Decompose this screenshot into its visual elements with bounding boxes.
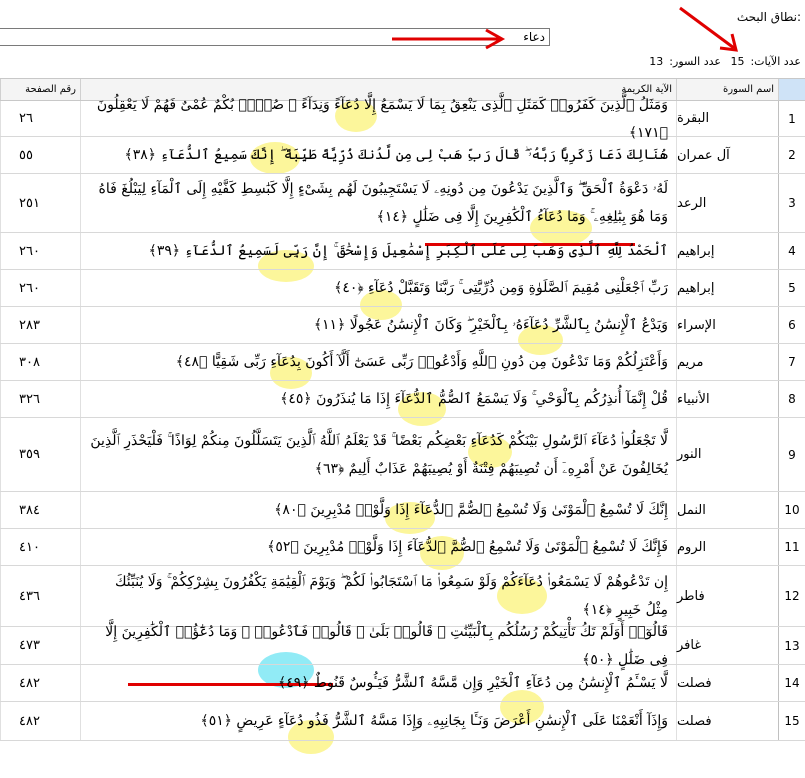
table-row[interactable]: ٤٧٣ قَالُوٓا۟ أَوَلَمْ تَكُ تَأْتِيكُمْ ر… — [0, 624, 805, 668]
verse-text-content: وَيَدْعُ ٱلْإِنسَٰنُ بِٱلشَّرِّ دُعَآءَه… — [313, 317, 668, 333]
verse-text: لَّا تَجْعَلُوا۟ دُعَآءَ ٱلرَّسُولِ بَيْ… — [80, 418, 676, 491]
verse-text: وَإِذَآ أَنْعَمْنَا عَلَى ٱلْإِنسَٰنِ أَ… — [80, 702, 676, 740]
annotation-arrow-search — [392, 28, 506, 50]
page-number: ٣٨٤ — [0, 492, 80, 528]
table-row[interactable]: ٣٨٤ إِنَّكَ لَا تُسْمِعُ ٱلْمَوْتَىٰ وَلَ… — [0, 492, 805, 529]
verse-text: وَأَعْتَزِلُكُمْ وَمَا تَدْعُونَ مِن دُو… — [80, 344, 676, 380]
column-header-page[interactable]: رقم الصفحة — [0, 79, 80, 100]
page-number: ٤٧٣ — [0, 627, 80, 664]
row-index: 5 — [778, 270, 805, 306]
surah-name: الرعد — [676, 174, 778, 232]
row-index: 13 — [778, 627, 805, 664]
surah-name: النور — [676, 418, 778, 491]
page-number: ٣٢٦ — [0, 381, 80, 417]
surah-name: فصلت — [676, 665, 778, 701]
table-row[interactable]: ٢٦٠ ٱلْحَمْدُ لِلَّهِ ٱلَّذِى وَهَبَ لِى … — [0, 233, 805, 270]
verse-text-content: وَإِذَآ أَنْعَمْنَا عَلَى ٱلْإِنسَٰنِ أَ… — [200, 713, 668, 729]
verse-text: إِنَّكَ لَا تُسْمِعُ ٱلْمَوْتَىٰ وَلَا ت… — [80, 492, 676, 528]
row-index: 1 — [778, 101, 805, 136]
page-number: ٤١٠ — [0, 529, 80, 565]
verse-text-content: وَأَعْتَزِلُكُمْ وَمَا تَدْعُونَ مِن دُو… — [175, 354, 668, 370]
surah-name: فصلت — [676, 702, 778, 740]
page-number: ٥٥ — [0, 137, 80, 173]
surah-name: البقرة — [676, 101, 778, 136]
surah-name: الأنبياء — [676, 381, 778, 417]
verse-text: قُلْ إِنَّمَآ أُنذِرُكُم بِٱلْوَحْىِ ۚ و… — [80, 381, 676, 417]
page-number: ٤٣٦ — [0, 566, 80, 626]
surah-name: فاطر — [676, 566, 778, 626]
verse-text: فَإِنَّكَ لَا تُسْمِعُ ٱلْمَوْتَىٰ وَلَا… — [80, 529, 676, 565]
row-index: 7 — [778, 344, 805, 380]
annotation-arrow-count — [679, 6, 738, 52]
verse-text-content: ٱلْحَمْدُ لِلَّهِ ٱلَّذِى وَهَبَ لِى عَل… — [148, 243, 668, 259]
row-index: 3 — [778, 174, 805, 232]
verse-text: وَيَدْعُ ٱلْإِنسَٰنُ بِٱلشَّرِّ دُعَآءَه… — [80, 307, 676, 343]
table-row[interactable]: ٢٥١ لَهُۥ دَعْوَةُ ٱلْحَقِّ ۖ وَٱلَّذِينَ… — [0, 174, 805, 233]
surah-name: الروم — [676, 529, 778, 565]
page-number: ٢٥١ — [0, 174, 80, 232]
row-index: 10 — [778, 492, 805, 528]
row-index: 8 — [778, 381, 805, 417]
verse-text: لَّا يَسْـَٔمُ ٱلْإِنسَٰنُ مِن دُعَآءِ ٱ… — [80, 665, 676, 701]
page-number: ٣٥٩ — [0, 418, 80, 491]
page-number: ٣٠٨ — [0, 344, 80, 380]
verse-text: لَهُۥ دَعْوَةُ ٱلْحَقِّ ۖ وَٱلَّذِينَ يَ… — [80, 174, 676, 232]
row-index: 6 — [778, 307, 805, 343]
table-row[interactable]: ٣٢٦ قُلْ إِنَّمَآ أُنذِرُكُم بِٱلْوَحْىِ … — [0, 381, 805, 418]
verse-text-content: قُلْ إِنَّمَآ أُنذِرُكُم بِٱلْوَحْىِ ۚ و… — [280, 391, 668, 407]
page-number: ٢٦٠ — [0, 270, 80, 306]
surah-name: الإسراء — [676, 307, 778, 343]
column-header-index[interactable] — [778, 79, 805, 100]
search-scope-label: نطاق البحث: — [736, 10, 801, 24]
row-index: 9 — [778, 418, 805, 491]
surah-count: 13 — [649, 55, 664, 68]
table-row[interactable]: ٣٥٩ لَّا تَجْعَلُوا۟ دُعَآءَ ٱلرَّسُولِ ب… — [0, 418, 805, 492]
verse-text: هُنَالِكَ دَعَا زَكَرِيَّا رَبَّهُۥ ۖ قَ… — [80, 137, 676, 173]
table-row[interactable]: ٢٨٣ وَيَدْعُ ٱلْإِنسَٰنُ بِٱلشَّرِّ دُعَآ… — [0, 307, 805, 344]
row-index: 2 — [778, 137, 805, 173]
table-row[interactable]: ٢٦ وَمَثَلُ ٱلَّذِينَ كَفَرُوا۟ كَمَثَلِ … — [0, 97, 805, 141]
row-index: 4 — [778, 233, 805, 269]
table-row[interactable]: ٤٨٢ لَّا يَسْـَٔمُ ٱلْإِنسَٰنُ مِن دُعَآء… — [0, 665, 805, 702]
verse-text-content: فَإِنَّكَ لَا تُسْمِعُ ٱلْمَوْتَىٰ وَلَا… — [267, 539, 668, 555]
verse-text: رَبِّ ٱجْعَلْنِى مُقِيمَ ٱلصَّلَوٰةِ وَم… — [80, 270, 676, 306]
page-number: ٤٨٢ — [0, 665, 80, 701]
row-index: 15 — [778, 702, 805, 740]
surah-name: مريم — [676, 344, 778, 380]
verse-text: ٱلْحَمْدُ لِلَّهِ ٱلَّذِى وَهَبَ لِى عَل… — [80, 233, 676, 269]
verse-text-content: إِن تَدْعُوهُمْ لَا يَسْمَعُوا۟ دُعَآءَك… — [114, 574, 668, 618]
table-row[interactable]: ٤١٠ فَإِنَّكَ لَا تُسْمِعُ ٱلْمَوْتَىٰ وَ… — [0, 529, 805, 566]
surah-name: النمل — [676, 492, 778, 528]
verse-text-content: لَّا تَجْعَلُوا۟ دُعَآءَ ٱلرَّسُولِ بَيْ… — [90, 432, 668, 477]
row-index: 11 — [778, 529, 805, 565]
surah-name: إبراهيم — [676, 270, 778, 306]
table-row[interactable]: ٥٥ هُنَالِكَ دَعَا زَكَرِيَّا رَبَّهُۥ ۖ … — [0, 137, 805, 174]
verse-text-content: لَهُۥ دَعْوَةُ ٱلْحَقِّ ۖ وَٱلَّذِينَ يَ… — [98, 181, 669, 225]
row-index: 12 — [778, 566, 805, 626]
verse-text-content: رَبِّ ٱجْعَلْنِى مُقِيمَ ٱلصَّلَوٰةِ وَم… — [334, 280, 668, 296]
table-row[interactable]: ٤٨٢ وَإِذَآ أَنْعَمْنَا عَلَى ٱلْإِنسَٰنِ… — [0, 702, 805, 741]
results-table: رقم الصفحة الآية الكريمة اسم السورة ٢٦ وَ… — [0, 78, 805, 741]
result-counts: عدد الآيات: 15 عدد السور: 13 — [643, 55, 801, 68]
verse-text-content: إِنَّكَ لَا تُسْمِعُ ٱلْمَوْتَىٰ وَلَا ت… — [274, 502, 668, 518]
page-number: ٢٦ — [0, 101, 80, 136]
verse-text: وَمَثَلُ ٱلَّذِينَ كَفَرُوا۟ كَمَثَلِ ٱل… — [80, 97, 676, 141]
page-number: ٢٦٠ — [0, 233, 80, 269]
verse-text: قَالُوٓا۟ أَوَلَمْ تَكُ تَأْتِيكُمْ رُسُ… — [80, 624, 676, 668]
row-index: 14 — [778, 665, 805, 701]
verse-text-content: لَّا يَسْـَٔمُ ٱلْإِنسَٰنُ مِن دُعَآءِ ٱ… — [277, 675, 668, 691]
column-header-surah[interactable]: اسم السورة — [676, 79, 778, 100]
page-number: ٢٨٣ — [0, 307, 80, 343]
verse-text-content: هُنَالِكَ دَعَا زَكَرِيَّا رَبَّهُۥ ۖ قَ… — [124, 147, 668, 163]
ayat-count: 15 — [730, 55, 745, 68]
surah-name: إبراهيم — [676, 233, 778, 269]
surah-count-label: عدد السور: — [669, 55, 721, 68]
surah-name: آل عمران — [676, 137, 778, 173]
page-number: ٤٨٢ — [0, 702, 80, 740]
surah-name: غافر — [676, 627, 778, 664]
ayat-count-label: عدد الآيات: — [750, 55, 801, 68]
table-row[interactable]: ٣٠٨ وَأَعْتَزِلُكُمْ وَمَا تَدْعُونَ مِن … — [0, 344, 805, 381]
table-row[interactable]: ٢٦٠ رَبِّ ٱجْعَلْنِى مُقِيمَ ٱلصَّلَوٰةِ … — [0, 270, 805, 307]
